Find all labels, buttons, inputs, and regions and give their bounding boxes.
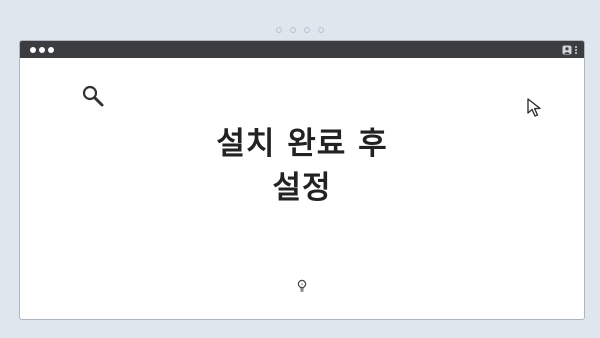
window-titlebar bbox=[20, 41, 584, 58]
window-dot-button[interactable] bbox=[39, 46, 45, 53]
indicator-dot bbox=[290, 27, 296, 33]
kebab-menu-icon[interactable] bbox=[575, 45, 577, 54]
user-icon[interactable] bbox=[562, 45, 572, 55]
window-dot-button[interactable] bbox=[48, 46, 54, 53]
browser-window: 설치 완료 후 설정 bbox=[19, 40, 585, 320]
titlebar-actions bbox=[562, 45, 577, 55]
window-controls bbox=[30, 46, 54, 53]
page-title: 설치 완료 후 설정 bbox=[20, 122, 584, 210]
page-indicator-dots bbox=[276, 27, 324, 33]
title-line-2: 설정 bbox=[272, 170, 332, 206]
cursor-arrow-icon bbox=[527, 98, 541, 117]
indicator-dot bbox=[276, 27, 282, 33]
search-icon bbox=[82, 85, 104, 107]
lightbulb-icon bbox=[297, 279, 307, 292]
indicator-dot bbox=[304, 27, 310, 33]
window-dot-button[interactable] bbox=[30, 46, 36, 53]
title-line-1: 설치 완료 후 bbox=[216, 126, 388, 162]
indicator-dot bbox=[318, 27, 324, 33]
